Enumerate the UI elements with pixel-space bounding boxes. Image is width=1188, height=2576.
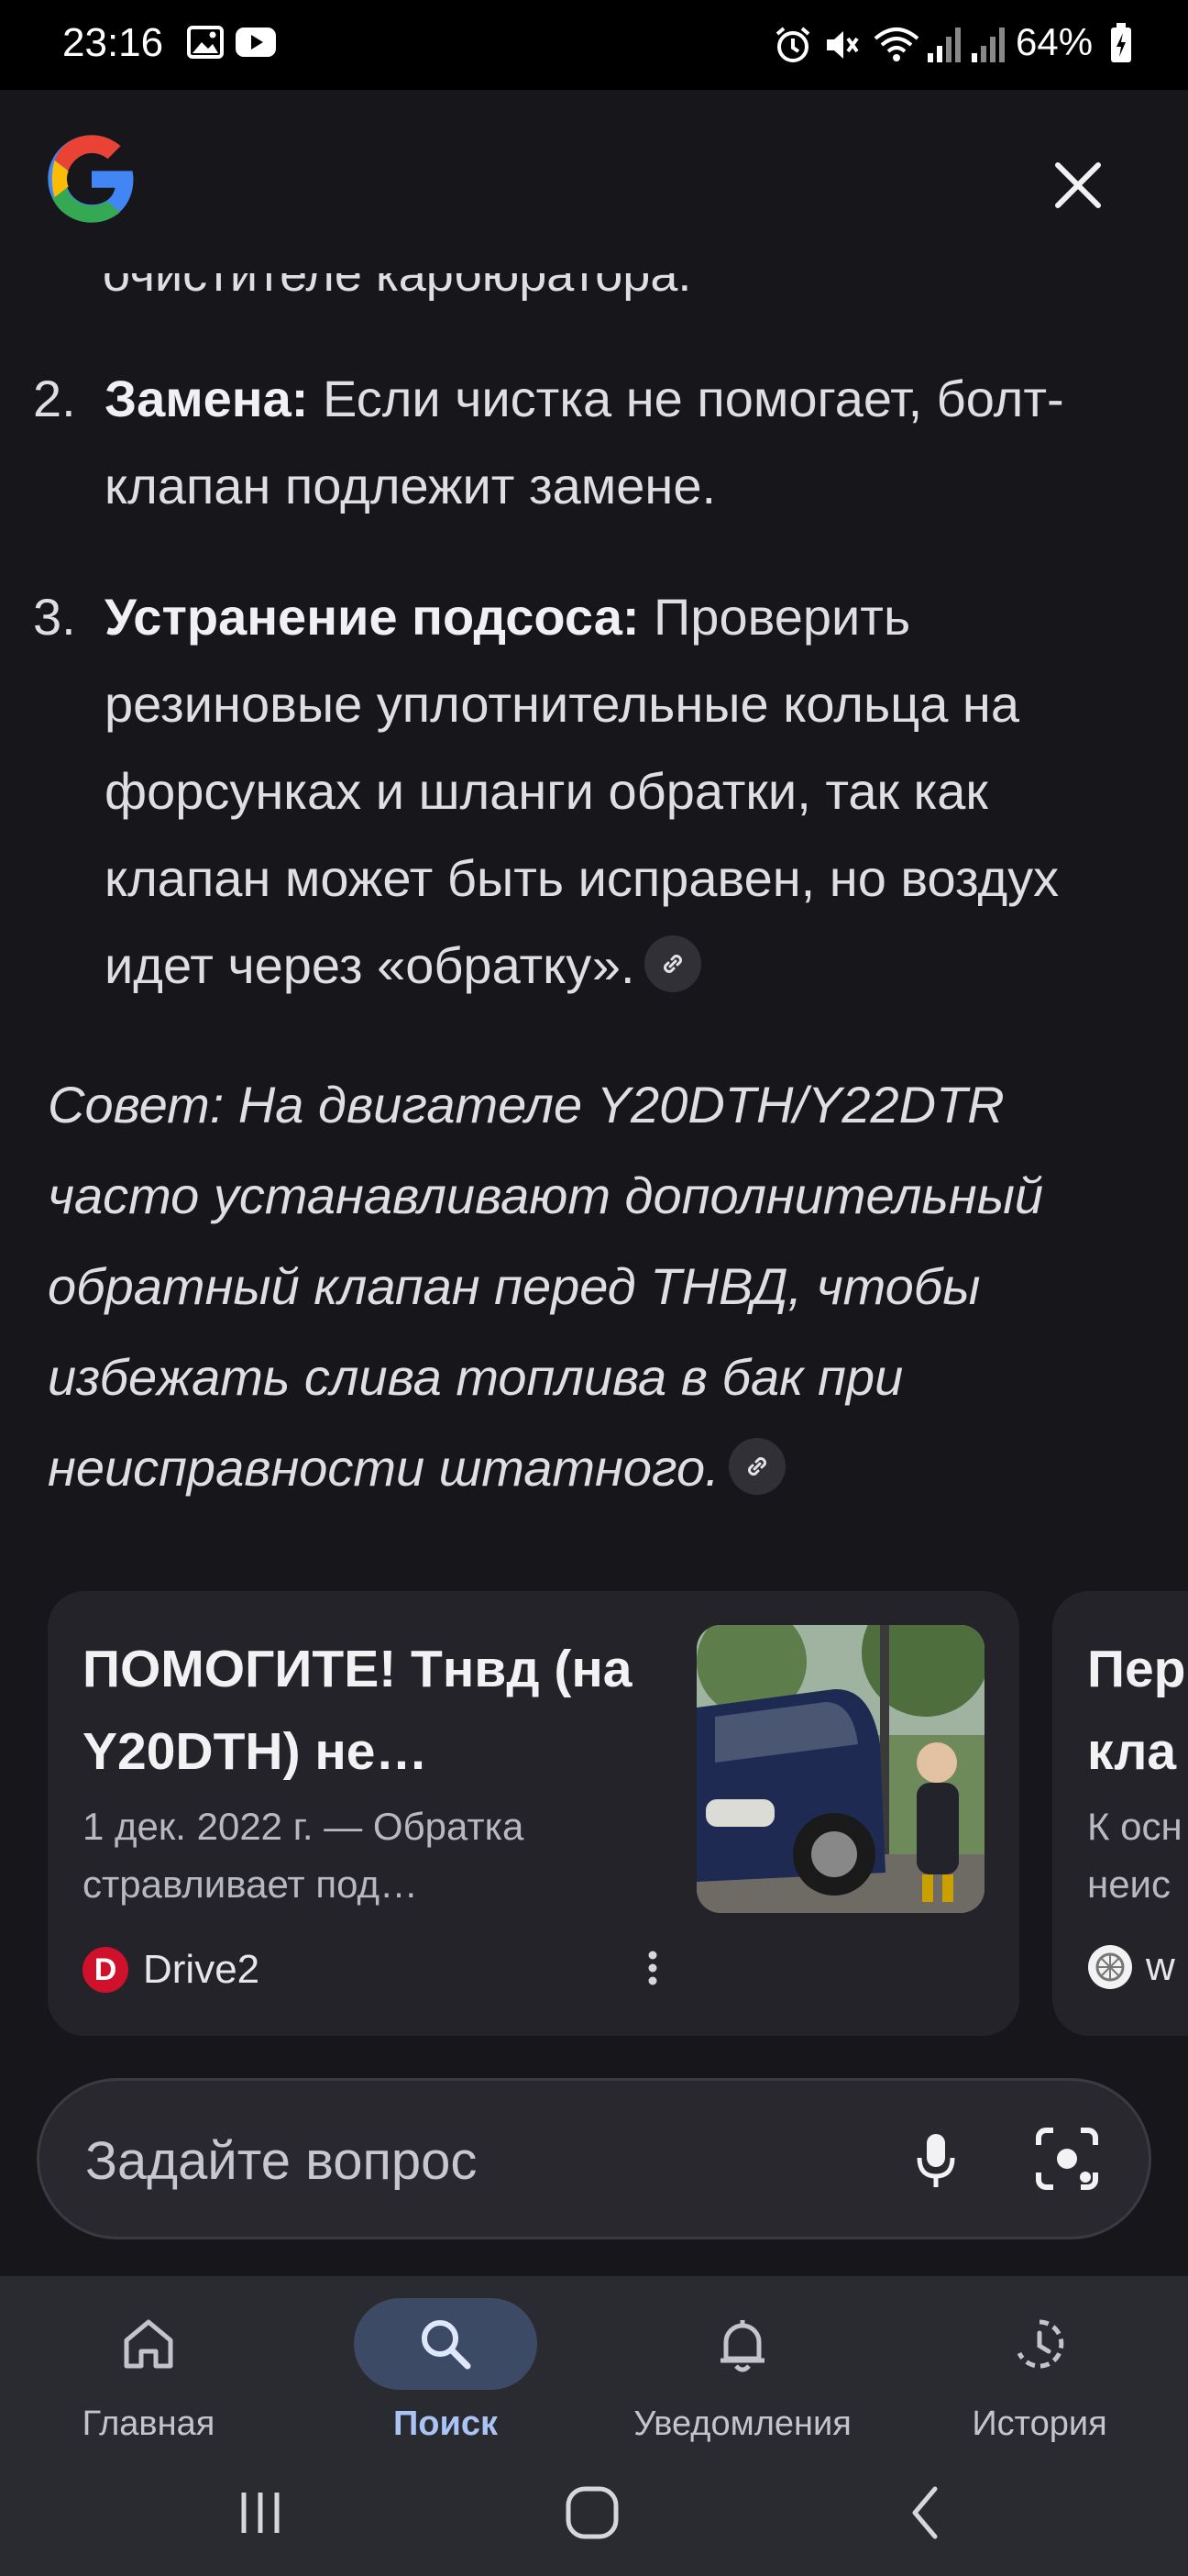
ask-input-placeholder[interactable]: Задайте вопрос [85, 2130, 477, 2192]
car-photo-image [697, 1625, 984, 1913]
desc-line: неис [1087, 1863, 1172, 1906]
nav-label: Уведомления [633, 2405, 852, 2443]
source-name: Drive2 [143, 1947, 260, 1992]
ai-answer-header [0, 90, 1188, 273]
title-line: кла [1087, 1722, 1177, 1781]
list-item: 3. Устранение подсоса: Проверить резинов… [33, 573, 1170, 1032]
home-circle-icon[interactable] [556, 2476, 629, 2549]
list-item-body: Проверить резиновые уплотнительные кольц… [104, 588, 1060, 994]
back-icon[interactable] [889, 2476, 962, 2549]
source-attribution: w [1087, 1944, 1175, 1990]
source-card[interactable]: Пер кла К осн неис w [1052, 1591, 1188, 2036]
mic-icon[interactable] [901, 2125, 971, 2195]
link-icon [663, 955, 682, 974]
search-icon [422, 2320, 471, 2370]
list-number: 2. [33, 370, 76, 427]
bell-icon [720, 2320, 764, 2372]
tip-text: Совет: На двигателе Y20DTH/Y22DTR часто … [48, 1076, 1044, 1497]
drive2-favicon: D [82, 1947, 128, 1993]
ai-answer-content: очистителе карбюратора. 2. Замена: Если … [0, 0, 1188, 2576]
title-line: Пер [1087, 1640, 1186, 1698]
source-card-title: Пер кла [1087, 1628, 1186, 1793]
bottom-navigation: Главная Поиск Уведомления История [0, 2276, 1188, 2576]
answer-tip: Совет: На двигателе Y20DTH/Y22DTR часто … [48, 1059, 1148, 1513]
source-link-button[interactable] [728, 1438, 786, 1496]
nav-item-notifications[interactable]: Уведомления [605, 2289, 880, 2445]
list-item-heading: Замена: [104, 370, 309, 427]
nav-label: Поиск [392, 2405, 499, 2443]
source-card-title: ПОМОГИТЕ! Тнвд (на Y20DTH) не… [82, 1640, 632, 1781]
link-icon [747, 1457, 766, 1476]
source-card-thumbnail [697, 1625, 984, 1913]
list-item: 2. Замена: Если чистка не помогает, болт… [33, 355, 1170, 538]
list-item-text: Замена: Если чистка не помогает, болт-кл… [104, 355, 1159, 529]
home-icon [124, 2319, 173, 2369]
list-number: 3. [33, 588, 76, 646]
ask-question-bar[interactable]: Задайте вопрос [37, 2078, 1151, 2239]
nav-item-history[interactable]: История [902, 2289, 1177, 2445]
close-icon[interactable] [1045, 152, 1111, 218]
desc-line: К осн [1087, 1805, 1182, 1848]
list-item-heading: Устранение подсоса: [104, 588, 640, 646]
source-card[interactable]: ПОМОГИТЕ! Тнвд (на Y20DTH) не… 1 дек. 20… [48, 1591, 1019, 2036]
more-vert-icon[interactable] [625, 1940, 680, 1996]
source-card-description: К осн неис [1087, 1797, 1182, 1913]
recents-icon[interactable] [224, 2476, 297, 2549]
lens-icon[interactable] [1029, 2121, 1105, 2196]
nav-label: Главная [82, 2405, 215, 2443]
source-link-button[interactable] [644, 935, 701, 993]
source-name: w [1146, 1944, 1175, 1989]
system-navigation-bar [0, 2458, 1188, 2559]
source-attribution: D Drive2 [82, 1944, 259, 1996]
nav-item-search[interactable]: Поиск [308, 2289, 583, 2445]
list-item-text: Устранение подсоса: Проверить резиновые … [104, 573, 1159, 1009]
nav-label: История [972, 2405, 1107, 2443]
history-icon [1017, 2319, 1064, 2369]
nav-item-home[interactable]: Главная [11, 2289, 286, 2445]
source-favicon-icon [1088, 1945, 1132, 1989]
google-g-logo [48, 135, 134, 223]
source-card-description: 1 дек. 2022 г. — Обратка стравливает под… [82, 1805, 524, 1906]
